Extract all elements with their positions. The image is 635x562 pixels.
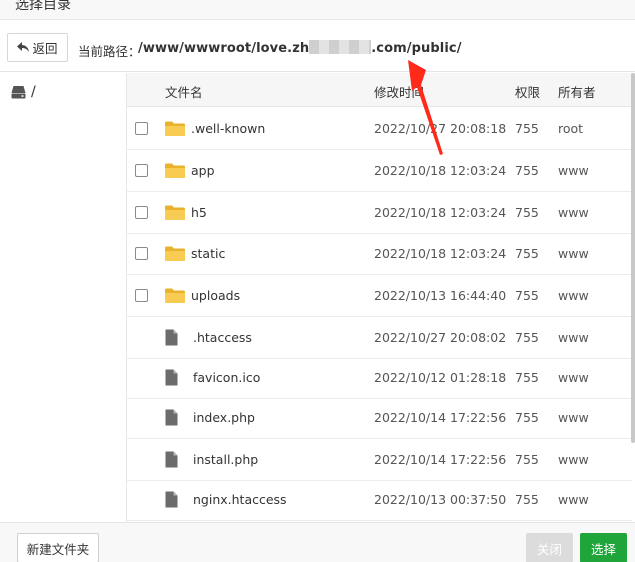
current-path-prefix: /www/wwwroot/love.zh — [138, 41, 310, 56]
row-permission: 755 — [515, 163, 539, 178]
row-name[interactable]: favicon.ico — [193, 370, 260, 385]
header-name[interactable]: 文件名 — [165, 82, 203, 101]
row-permission: 755 — [515, 205, 539, 220]
vertical-scrollbar[interactable] — [631, 73, 635, 443]
redacted-path-mask — [309, 40, 372, 54]
current-path-label: 当前路径： — [78, 44, 141, 59]
row-modified: 2022/10/27 20:08:02 — [374, 330, 507, 345]
row-checkbox[interactable] — [135, 289, 148, 302]
table-row[interactable]: uploads 2022/10/13 16:44:40 755 www — [127, 275, 632, 317]
row-owner: root — [558, 121, 584, 136]
row-modified: 2022/10/12 01:28:18 — [374, 370, 507, 385]
dialog-footer: 新建文件夹 关闭 选择 — [0, 522, 635, 562]
table-row[interactable]: index.php 2022/10/14 17:22:56 755 www — [127, 397, 632, 439]
file-icon — [165, 369, 178, 386]
folder-icon — [164, 204, 186, 221]
row-owner: www — [558, 205, 589, 220]
row-name[interactable]: .htaccess — [193, 330, 252, 345]
row-owner: www — [558, 492, 589, 507]
table-header: 文件名 修改时间 权限 所有者 — [127, 73, 632, 107]
header-owner[interactable]: 所有者 — [558, 82, 596, 101]
file-icon — [165, 329, 178, 346]
sidebar-root-item[interactable]: / — [11, 84, 36, 100]
file-icon — [165, 409, 178, 426]
row-modified: 2022/10/13 16:44:40 — [374, 288, 507, 303]
row-owner: www — [558, 288, 589, 303]
row-owner: www — [558, 410, 589, 425]
row-checkbox[interactable] — [135, 247, 148, 260]
table-row[interactable]: static 2022/10/18 12:03:24 755 www — [127, 233, 632, 275]
table-row[interactable]: favicon.ico 2022/10/12 01:28:18 755 www — [127, 357, 632, 399]
row-checkbox[interactable] — [135, 164, 148, 177]
row-name[interactable]: install.php — [193, 452, 258, 467]
current-path-value: /www/wwwroot/love.zh .com/public/ — [138, 40, 462, 56]
row-owner: www — [558, 370, 589, 385]
row-permission: 755 — [515, 370, 539, 385]
table-row[interactable]: app 2022/10/18 12:03:24 755 www — [127, 150, 632, 192]
table-row[interactable]: .htaccess 2022/10/27 20:08:02 755 www — [127, 317, 632, 359]
row-permission: 755 — [515, 121, 539, 136]
back-arrow-icon — [17, 42, 30, 52]
file-table: 文件名 修改时间 权限 所有者 .well-known 2022/10/27 20… — [127, 73, 632, 522]
row-modified: 2022/10/18 12:03:24 — [374, 163, 507, 178]
new-folder-button[interactable]: 新建文件夹 — [17, 533, 99, 562]
table-row[interactable]: install.php 2022/10/14 17:22:56 755 www — [127, 439, 632, 481]
row-name[interactable]: static — [191, 246, 225, 261]
table-row[interactable]: h5 2022/10/18 12:03:24 755 www — [127, 192, 632, 234]
row-name[interactable]: index.php — [193, 410, 255, 425]
row-modified: 2022/10/18 12:03:24 — [374, 205, 507, 220]
back-button-label: 返回 — [32, 41, 58, 56]
row-modified: 2022/10/14 17:22:56 — [374, 452, 507, 467]
sidebar-root-label: / — [31, 84, 36, 100]
table-row[interactable]: .well-known 2022/10/27 20:08:18 755 root — [127, 108, 632, 150]
back-button[interactable]: 返回 — [7, 33, 68, 62]
close-button[interactable]: 关闭 — [526, 533, 573, 562]
row-permission: 755 — [515, 492, 539, 507]
path-bar: 返回 当前路径： /www/wwwroot/love.zh .com/public… — [0, 20, 635, 72]
row-owner: www — [558, 163, 589, 178]
row-permission: 755 — [515, 410, 539, 425]
row-name[interactable]: .well-known — [191, 121, 265, 136]
dialog-title-bar: 选择目录 — [0, 0, 635, 20]
row-name[interactable]: uploads — [191, 288, 240, 303]
row-modified: 2022/10/14 17:22:56 — [374, 410, 507, 425]
row-permission: 755 — [515, 288, 539, 303]
directory-sidebar: / — [0, 73, 127, 522]
table-row[interactable]: nginx.htaccess 2022/10/13 00:37:50 755 www — [127, 479, 632, 521]
folder-icon — [164, 287, 186, 304]
file-icon — [165, 491, 178, 508]
row-modified: 2022/10/13 00:37:50 — [374, 492, 507, 507]
current-path-suffix: .com/public/ — [371, 41, 462, 56]
dialog-title: 选择目录 — [15, 0, 71, 13]
row-modified: 2022/10/27 20:08:18 — [374, 121, 507, 136]
row-name[interactable]: app — [191, 163, 215, 178]
select-button[interactable]: 选择 — [580, 533, 627, 562]
row-name[interactable]: nginx.htaccess — [193, 492, 287, 507]
row-owner: www — [558, 246, 589, 261]
row-permission: 755 — [515, 452, 539, 467]
row-permission: 755 — [515, 330, 539, 345]
row-checkbox[interactable] — [135, 206, 148, 219]
header-modified[interactable]: 修改时间 — [374, 82, 424, 101]
folder-icon — [164, 162, 186, 179]
hard-drive-icon — [11, 86, 26, 99]
row-checkbox[interactable] — [135, 122, 148, 135]
folder-icon — [164, 245, 186, 262]
row-permission: 755 — [515, 246, 539, 261]
header-permission[interactable]: 权限 — [515, 82, 540, 101]
row-modified: 2022/10/18 12:03:24 — [374, 246, 507, 261]
row-owner: www — [558, 452, 589, 467]
folder-icon — [164, 120, 186, 137]
row-owner: www — [558, 330, 589, 345]
row-name[interactable]: h5 — [191, 205, 207, 220]
file-icon — [165, 451, 178, 468]
